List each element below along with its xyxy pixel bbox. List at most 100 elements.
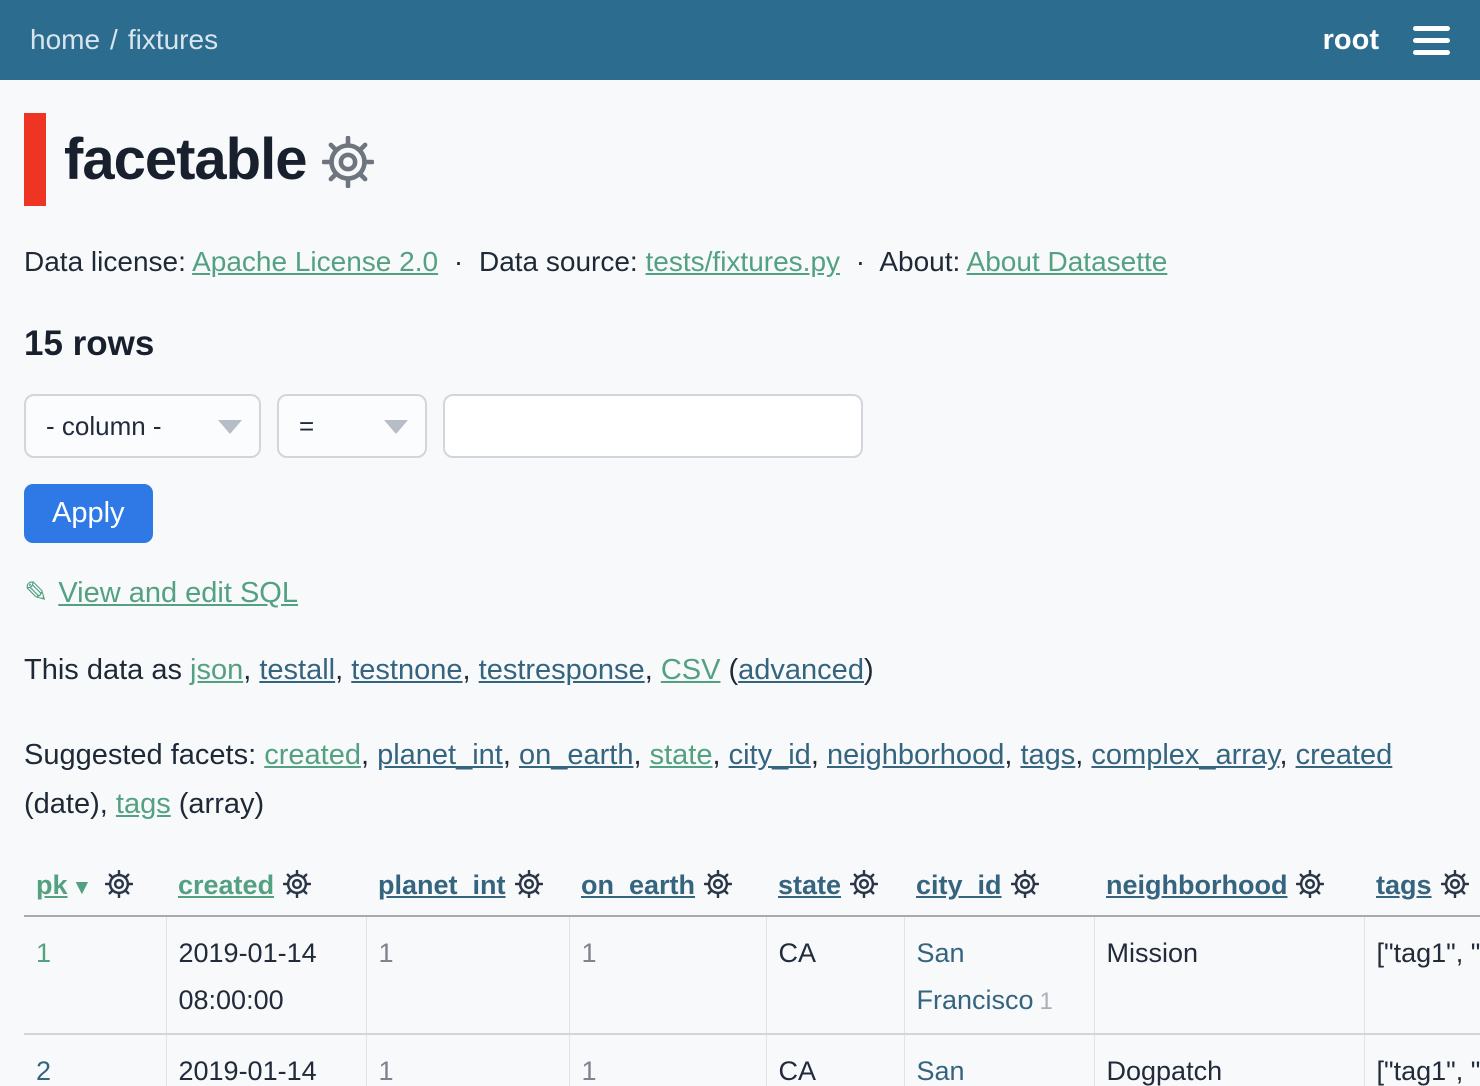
- column-header-link-neighborhood[interactable]: neighborhood: [1106, 870, 1287, 900]
- row-pk-link[interactable]: 1: [36, 938, 51, 968]
- column-gear-icon-tags[interactable]: [1441, 870, 1469, 898]
- source-link[interactable]: tests/fixtures.py: [646, 246, 841, 277]
- title-row: facetable: [24, 113, 1456, 206]
- column-gear-icon-on_earth[interactable]: [704, 870, 732, 898]
- pencil-icon: ✎: [24, 577, 48, 609]
- cell-state: CA: [766, 1034, 904, 1086]
- column-header-state: state: [766, 864, 904, 916]
- export-link-advanced[interactable]: advanced: [738, 654, 864, 686]
- view-edit-sql-link[interactable]: View and edit SQL: [58, 577, 298, 609]
- cell-neighborhood: Mission: [1094, 916, 1364, 1034]
- filter-operator-select[interactable]: =: [277, 394, 427, 458]
- facet-link-planet_int[interactable]: planet_int: [377, 739, 503, 771]
- table-row: 12019-01-14 08:00:0011CASan Francisco1Mi…: [24, 916, 1480, 1034]
- column-header-link-state[interactable]: state: [778, 870, 841, 900]
- cell-neighborhood: Dogpatch: [1094, 1034, 1364, 1086]
- column-header-link-planet_int[interactable]: planet_int: [378, 870, 506, 900]
- column-header-link-created[interactable]: created: [178, 870, 274, 900]
- cell-on_earth: 1: [569, 916, 766, 1034]
- title-accent-bar: [24, 113, 46, 206]
- apply-button[interactable]: Apply: [24, 484, 153, 543]
- city-link[interactable]: San Francisco: [917, 938, 1034, 1015]
- license-link[interactable]: Apache License 2.0: [192, 246, 438, 277]
- export-link-csv[interactable]: CSV: [661, 654, 721, 686]
- cell-pk: 1: [24, 916, 166, 1034]
- license-label: Data license:: [24, 246, 186, 277]
- about-link[interactable]: About Datasette: [967, 246, 1168, 277]
- export-link-testresponse[interactable]: testresponse: [479, 654, 645, 686]
- facet-link-on_earth[interactable]: on_earth: [519, 739, 634, 771]
- table-settings-gear-icon[interactable]: [322, 136, 374, 188]
- cell-pk: 2: [24, 1034, 166, 1086]
- column-header-created: created: [166, 864, 366, 916]
- data-table: pk▼ created planet_int on_earth state city_id…: [24, 864, 1480, 1086]
- column-header-link-city_id[interactable]: city_id: [916, 870, 1002, 900]
- export-link-testall[interactable]: testall: [259, 654, 335, 686]
- sql-edit-row: ✎ View and edit SQL: [24, 575, 1456, 610]
- filter-row: - column - =: [24, 394, 1456, 458]
- column-gear-icon-created[interactable]: [283, 870, 311, 898]
- facet-link-city_id[interactable]: city_id: [729, 739, 811, 771]
- dot-separator: ·: [856, 246, 865, 277]
- cell-city_id: San Francisco1: [904, 1034, 1094, 1086]
- cell-tags: ["tag1", "tag2"]: [1364, 916, 1480, 1034]
- city-id-value: 1: [1040, 988, 1053, 1015]
- row-count-heading: 15 rows: [24, 324, 1456, 364]
- filter-column-select[interactable]: - column -: [24, 394, 261, 458]
- main-content: facetable Data license: Apache License 2…: [0, 113, 1480, 1086]
- cell-city_id: San Francisco1: [904, 916, 1094, 1034]
- hamburger-menu-icon[interactable]: [1413, 19, 1450, 62]
- table-body: 12019-01-14 08:00:0011CASan Francisco1Mi…: [24, 916, 1480, 1086]
- dot-separator: ·: [454, 246, 463, 277]
- nav-right: root: [1323, 19, 1450, 62]
- facet-link-state[interactable]: state: [650, 739, 713, 771]
- export-link-testnone[interactable]: testnone: [351, 654, 462, 686]
- column-gear-icon-planet_int[interactable]: [515, 870, 543, 898]
- cell-created: 2019-01-14 08:00:00: [166, 916, 366, 1034]
- breadcrumb-home-link[interactable]: home: [30, 24, 100, 55]
- facet-link-neighborhood[interactable]: neighborhood: [827, 739, 1004, 771]
- column-header-city_id: city_id: [904, 864, 1094, 916]
- city-link[interactable]: San Francisco: [917, 1056, 1034, 1086]
- sort-desc-icon: ▼: [72, 876, 93, 899]
- cell-created: 2019-01-14 08:00:00: [166, 1034, 366, 1086]
- facet-link-created[interactable]: created: [264, 739, 361, 771]
- cell-on_earth: 1: [569, 1034, 766, 1086]
- column-header-link-pk[interactable]: pk: [36, 870, 68, 900]
- table-header-row: pk▼ created planet_int on_earth state city_id…: [24, 864, 1480, 916]
- suggested-facets-line: Suggested facets: created, planet_int, o…: [24, 731, 1452, 828]
- facet-link-created[interactable]: created: [1296, 739, 1393, 771]
- column-gear-icon-state[interactable]: [850, 870, 878, 898]
- metadata-line: Data license: Apache License 2.0 · Data …: [24, 246, 1456, 278]
- filter-value-input[interactable]: [443, 394, 863, 458]
- column-header-neighborhood: neighborhood: [1094, 864, 1364, 916]
- about-label: About:: [879, 246, 960, 277]
- column-header-link-on_earth[interactable]: on_earth: [581, 870, 695, 900]
- column-gear-icon-city_id[interactable]: [1011, 870, 1039, 898]
- cell-planet_int: 1: [366, 1034, 569, 1086]
- facet-link-tags[interactable]: tags: [116, 788, 171, 820]
- cell-tags: ["tag1", "tag3"]: [1364, 1034, 1480, 1086]
- breadcrumb-fixtures-link[interactable]: fixtures: [128, 24, 218, 55]
- cell-planet_int: 1: [366, 916, 569, 1034]
- column-gear-icon-pk[interactable]: [105, 870, 133, 898]
- column-header-planet_int: planet_int: [366, 864, 569, 916]
- row-pk-link[interactable]: 2: [36, 1056, 51, 1086]
- breadcrumb: home / fixtures: [30, 24, 218, 56]
- top-nav: home / fixtures root: [0, 0, 1480, 80]
- column-header-link-tags[interactable]: tags: [1376, 870, 1432, 900]
- breadcrumb-separator: /: [110, 24, 118, 55]
- column-gear-icon-neighborhood[interactable]: [1296, 870, 1324, 898]
- source-label: Data source:: [479, 246, 638, 277]
- facet-link-complex_array[interactable]: complex_array: [1091, 739, 1279, 771]
- facet-link-tags[interactable]: tags: [1020, 739, 1075, 771]
- export-links-line: This data as json, testall, testnone, te…: [24, 654, 1456, 687]
- column-header-tags: tags: [1364, 864, 1480, 916]
- table-row: 22019-01-14 08:00:0011CASan Francisco1Do…: [24, 1034, 1480, 1086]
- export-link-json[interactable]: json: [190, 654, 243, 686]
- table-wrap: pk▼ created planet_int on_earth state city_id…: [24, 864, 1456, 1086]
- user-label[interactable]: root: [1323, 24, 1379, 57]
- page-title: facetable: [64, 131, 306, 189]
- column-header-pk: pk▼: [24, 864, 166, 916]
- cell-state: CA: [766, 916, 904, 1034]
